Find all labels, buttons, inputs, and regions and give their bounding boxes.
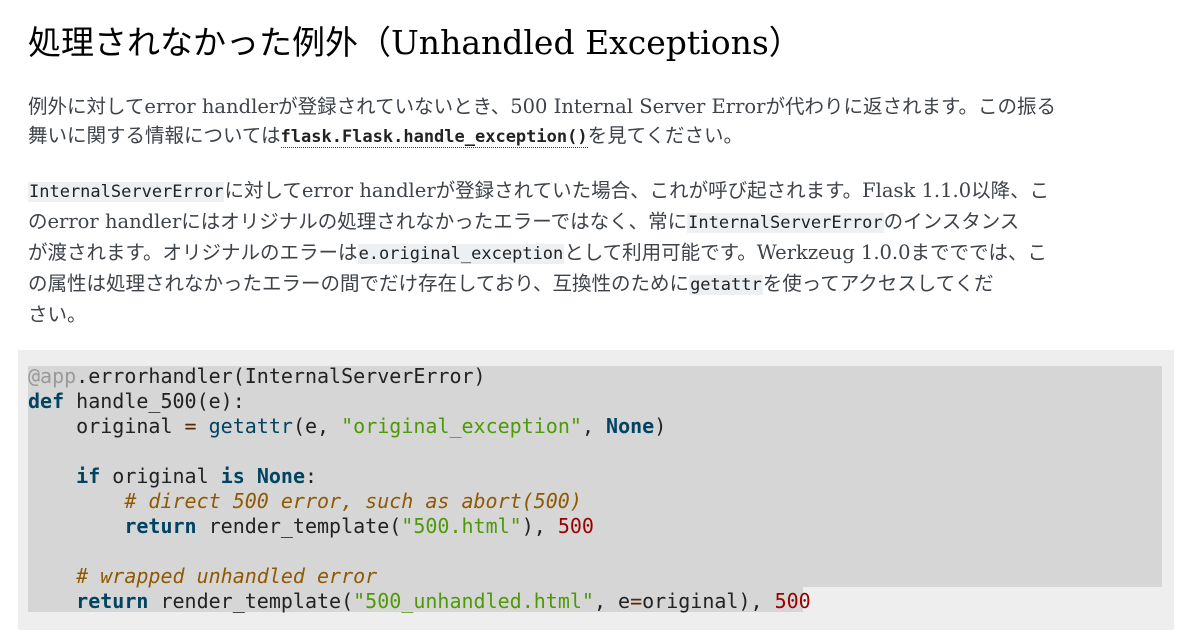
paragraph-line: が渡されます。オリジナルのエラーはe.original_exceptionとして… xyxy=(28,238,1168,269)
operator: = xyxy=(184,414,197,438)
text: 例外に対してerror handlerが登録されていないとき、500 Inter… xyxy=(28,95,1057,118)
number-literal: 500 xyxy=(774,589,811,613)
code-line: @app.errorhandler(InternalServerError) xyxy=(28,364,811,389)
code-line: def handle_500(e): xyxy=(28,389,811,414)
text: を使ってアクセスしてくだ xyxy=(762,272,994,295)
paragraph-line: のerror handlerにはオリジナルの処理されなかったエラーではなく、常に… xyxy=(28,207,1168,238)
code-line: # wrapped unhandled error xyxy=(28,564,811,589)
keyword: return xyxy=(76,589,149,613)
code-text: .errorhandler(InternalServerError) xyxy=(76,364,486,388)
inline-code: getattr xyxy=(689,275,763,295)
section-heading: 処理されなかった例外（Unhandled Exceptions） xyxy=(28,23,802,62)
code-listing: @app.errorhandler(InternalServerError) de… xyxy=(28,364,811,614)
code-line: return render_template("500.html"), 500 xyxy=(28,514,811,539)
keyword: if xyxy=(76,464,101,488)
paragraph-line: 舞いに関する情報についてはflask.Flask.handle_exceptio… xyxy=(28,121,1168,152)
text: に対してerror handlerが登録されていた場合、これが呼び起されます。F… xyxy=(224,179,1050,202)
paragraph-internal-server-error: InternalServerErrorに対してerror handlerが登録さ… xyxy=(28,176,1168,329)
inline-code: InternalServerError xyxy=(687,213,884,233)
text: のインスタンス xyxy=(883,210,1020,233)
paragraph-line: InternalServerErrorに対してerror handlerが登録さ… xyxy=(28,176,1168,207)
code-text: handle_500(e): xyxy=(64,389,245,413)
keyword: None xyxy=(606,414,655,438)
keyword: None xyxy=(256,464,305,488)
text: のerror handlerにはオリジナルの処理されなかったエラーではなく、常に xyxy=(28,210,688,233)
code-text: : xyxy=(305,464,318,488)
builtin: getattr xyxy=(208,414,293,438)
code-text: , xyxy=(581,414,607,438)
code-line: # direct 500 error, such as abort(500) xyxy=(28,489,811,514)
inline-code: InternalServerError xyxy=(28,182,225,202)
code-line: return render_template("500_unhandled.ht… xyxy=(28,589,811,614)
text: として利用可能です。Werkzeug 1.0.0までででは、こ xyxy=(564,241,1048,264)
text: 舞いに関する情報については xyxy=(28,124,281,147)
code-text: ), xyxy=(521,514,558,538)
handle-exception-code: flask.Flask.handle_exception() xyxy=(280,127,588,147)
inline-code: e.original_exception xyxy=(357,244,565,264)
text: さい。 xyxy=(28,303,87,326)
decorator: @app xyxy=(28,364,77,388)
code-text: , e xyxy=(593,589,631,613)
keyword: is xyxy=(220,464,245,488)
code-text: ) xyxy=(654,414,667,438)
paragraph-line: 例外に対してerror handlerが登録されていないとき、500 Inter… xyxy=(28,92,1168,121)
code-comment: # direct 500 error, such as abort(500) xyxy=(124,489,582,513)
keyword: return xyxy=(124,514,197,538)
code-example[interactable]: @app.errorhandler(InternalServerError) de… xyxy=(18,350,1174,630)
code-text: render_template( xyxy=(196,514,402,538)
paragraph-line: さい。 xyxy=(28,300,1168,329)
code-comment: # wrapped unhandled error xyxy=(76,564,378,588)
keyword: def xyxy=(28,389,65,413)
text: が渡されます。オリジナルのエラーは xyxy=(28,241,358,264)
document-page: 処理されなかった例外（Unhandled Exceptions） 例外に対してe… xyxy=(0,0,1200,632)
string-literal: "500.html" xyxy=(401,514,522,538)
code-line: original = getattr(e, "original_exceptio… xyxy=(28,414,811,439)
code-text: (e, xyxy=(292,414,342,438)
paragraph-line: の属性は処理されなかったエラーの間でだけ存在しており、互換性のためにgetatt… xyxy=(28,269,1168,300)
handle-exception-link[interactable]: flask.Flask.handle_exception() xyxy=(280,124,588,148)
operator: = xyxy=(630,589,643,613)
code-line: if original is None: xyxy=(28,464,811,489)
paragraph-unhandled-intro: 例外に対してerror handlerが登録されていないとき、500 Inter… xyxy=(28,92,1168,152)
code-text: original xyxy=(28,414,185,438)
number-literal: 500 xyxy=(557,514,594,538)
code-text: original), xyxy=(642,589,775,613)
string-literal: "original_exception" xyxy=(341,414,582,438)
text: の属性は処理されなかったエラーの間でだけ存在しており、互換性のために xyxy=(28,272,690,295)
text: を見てください。 xyxy=(587,124,743,147)
code-text: original xyxy=(100,464,221,488)
string-literal: "500_unhandled.html" xyxy=(353,589,594,613)
code-text: render_template( xyxy=(148,589,354,613)
